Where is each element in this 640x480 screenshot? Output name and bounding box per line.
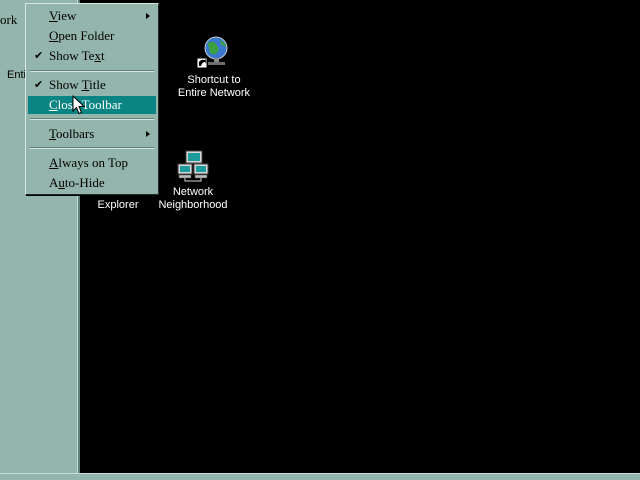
toolbar-item-label[interactable]: Enti	[7, 69, 26, 81]
desktop-icon-label-line2: Explorer	[97, 199, 139, 211]
taskbar-edge[interactable]	[0, 473, 640, 480]
menu-item-label: Toolbars	[49, 126, 95, 141]
globe-shortcut-icon	[196, 36, 228, 69]
toolbar-context-menu: View Open Folder ✔ Show Text ✔ Show Titl…	[25, 3, 159, 195]
menu-item-label: Show Text	[49, 48, 105, 63]
menu-separator	[30, 118, 154, 120]
menu-item-label: Open Folder	[49, 28, 115, 43]
checkmark-icon: ✔	[34, 79, 44, 91]
menu-item-label: Show Title	[49, 77, 106, 92]
toolbar-title: ork	[0, 12, 18, 27]
menu-separator	[30, 147, 154, 149]
menu-item-show-title[interactable]: ✔ Show Title	[28, 76, 156, 94]
desktop-icon-entire-network-shortcut[interactable]: Shortcut to Entire Network	[176, 34, 252, 100]
menu-item-view[interactable]: View	[28, 7, 156, 25]
desktop-icon-label-line2: Neighborhood	[158, 199, 228, 211]
checkmark-icon: ✔	[34, 50, 44, 62]
menu-item-toolbars[interactable]: Toolbars	[28, 125, 156, 143]
menu-item-open-folder[interactable]: Open Folder	[28, 27, 156, 45]
mouse-pointer-icon	[72, 95, 86, 115]
menu-separator	[30, 70, 154, 72]
desktop-icon-label-line1: Network	[172, 186, 214, 198]
menu-item-label: View	[49, 8, 77, 23]
submenu-arrow-icon	[146, 13, 150, 19]
desktop-icon-network-neighborhood[interactable]: Network Neighborhood	[156, 150, 230, 212]
menu-item-label: Always on Top	[49, 155, 129, 170]
menu-item-always-on-top[interactable]: Always on Top	[28, 154, 156, 172]
desktop-icon-label-line1: Shortcut to	[187, 74, 241, 86]
submenu-arrow-icon	[146, 131, 150, 137]
menu-item-label: Auto-Hide	[49, 175, 105, 190]
menu-item-close-toolbar[interactable]: Close Toolbar	[28, 96, 156, 114]
desktop-icon-label-line2: Entire Network	[177, 87, 251, 99]
menu-item-show-text[interactable]: ✔ Show Text	[28, 47, 156, 65]
menu-item-auto-hide[interactable]: Auto-Hide	[28, 174, 156, 192]
network-computers-icon	[177, 150, 209, 182]
